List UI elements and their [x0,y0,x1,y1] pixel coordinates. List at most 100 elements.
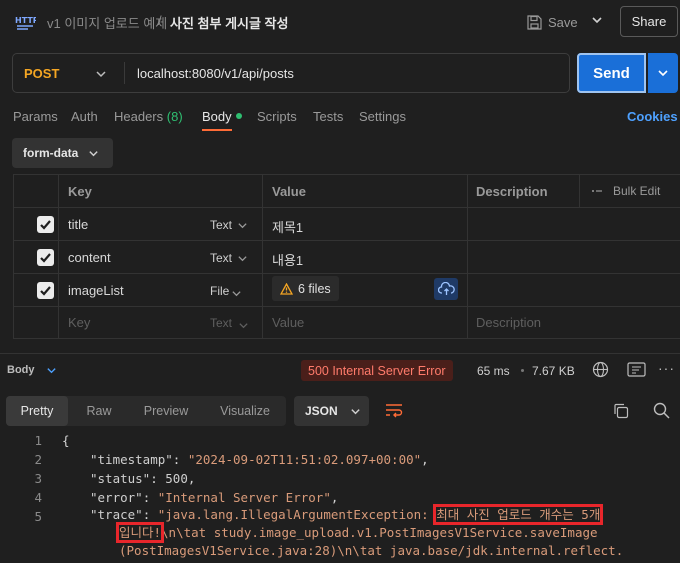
cookies-link[interactable]: Cookies [627,109,678,124]
divider [14,207,680,208]
json-number: 500 [165,471,188,486]
row-checkbox[interactable] [37,216,54,233]
svg-text:HTTP: HTTP [15,16,36,25]
line-number: 5 [34,509,42,524]
chevron-down-icon[interactable] [95,68,107,83]
line-number: 2 [34,452,42,467]
row-type-select[interactable]: File [210,284,229,298]
bulk-edit-label: Bulk Edit [613,184,661,198]
bulk-edit-icon [592,190,602,192]
chevron-down-icon[interactable] [237,219,248,234]
response-view-tabs: Pretty Raw Preview Visualize [6,396,286,426]
bulk-edit-button[interactable]: Bulk Edit [591,184,660,198]
save-label: Save [548,14,578,30]
row-checkbox[interactable] [37,249,54,266]
file-selector[interactable]: 6 files [272,276,339,301]
highlighted-error-message: 최대 사진 업로드 개수는 5개 [433,504,604,525]
row-value[interactable]: 제목1 [272,217,303,236]
url-input[interactable]: localhost:8080/v1/api/posts [137,66,294,81]
body-mode-label: form-data [23,146,79,160]
copy-icon[interactable] [613,403,629,422]
tab-scripts[interactable]: Scripts [257,109,297,124]
checkmark-icon [40,286,51,296]
row-key[interactable]: imageList [68,283,124,298]
chevron-down-icon[interactable] [238,319,249,334]
wrap-lines-icon[interactable] [385,403,403,422]
description-placeholder[interactable]: Description [476,315,541,330]
chevron-down-icon [89,150,99,156]
response-format-select[interactable]: JSON [294,396,369,426]
save-button[interactable]: Save [527,11,578,33]
save-response-icon[interactable] [627,362,646,380]
row-type-select[interactable]: Text [210,218,232,232]
tab-params[interactable]: Params [13,109,58,124]
tab-settings[interactable]: Settings [359,109,406,124]
json-string: "2024-09-02T11:51:02.097+00:00" [187,452,422,467]
tab-body[interactable]: Body [202,109,232,124]
breadcrumb-collection[interactable]: v1 이미지 업로드 예제 [47,13,167,32]
file-count: 6 files [298,281,331,296]
cloud-upload-button[interactable] [434,278,458,300]
column-header-value: Value [272,184,306,199]
row-key[interactable]: title [68,217,88,232]
search-icon[interactable] [653,402,670,422]
row-key[interactable]: content [68,250,111,265]
view-tab-preview[interactable]: Preview [130,396,202,426]
row-checkbox[interactable] [37,282,54,299]
http-request-icon: HTTP [14,11,39,33]
line-number: 4 [34,490,42,505]
globe-icon[interactable] [592,361,609,381]
json-key: "timestamp" [90,452,173,467]
method-select[interactable]: POST [24,66,59,81]
tab-headers[interactable]: Headers (8) [114,109,183,124]
form-data-table: Key Value Description Bulk Edit title Te… [13,174,680,339]
save-icon [527,14,542,30]
json-string: (PostImagesV1Service.java:28)\n\tat java… [119,543,624,558]
code-line-trace: "trace": "java.lang.IllegalArgumentExcep… [90,504,604,525]
view-tab-visualize[interactable]: Visualize [206,396,284,426]
highlighted-error-message: 입니다! [115,522,165,543]
response-size[interactable]: 7.67 KB [532,364,575,378]
code-line: "status": 500, [90,471,196,486]
column-header-key: Key [68,184,92,199]
value-placeholder[interactable]: Value [272,315,304,330]
chevron-down-icon[interactable] [237,252,248,267]
view-tab-pretty[interactable]: Pretty [6,396,68,426]
chevron-down-icon[interactable] [46,364,57,379]
view-tab-raw[interactable]: Raw [72,396,126,426]
key-placeholder[interactable]: Key [68,315,90,330]
row-value[interactable]: 내용1 [272,250,303,269]
divider [14,240,680,241]
more-options-icon[interactable]: ··· [658,360,675,376]
separator-dot [521,369,524,372]
breadcrumb-request-name[interactable]: 사진 첨부 게시글 작성 [170,13,288,32]
share-button[interactable]: Share [620,6,678,37]
divider [579,175,580,207]
response-time[interactable]: 65 ms [477,364,510,378]
chevron-down-icon [658,70,668,77]
json-key: "error" [90,490,143,505]
tab-auth[interactable]: Auth [71,109,98,124]
column-header-description: Description [476,184,548,199]
row-type-select[interactable]: Text [210,251,232,265]
send-button[interactable]: Send [577,53,646,93]
save-options-chevron-icon[interactable] [590,13,604,30]
checkmark-icon [40,253,51,263]
type-placeholder[interactable]: Text [210,316,232,330]
code-line: "timestamp": "2024-09-02T11:51:02.097+00… [90,452,429,467]
body-mode-select[interactable]: form-data [12,138,113,168]
response-section-label[interactable]: Body [7,364,35,376]
chevron-down-icon[interactable] [231,287,242,302]
response-format-label: JSON [305,404,338,418]
tab-tests[interactable]: Tests [313,109,343,124]
tab-headers-count: (8) [166,109,183,124]
divider [58,175,59,339]
body-active-dot [236,113,242,119]
code-line: "error": "Internal Server Error", [90,490,339,505]
line-number: 3 [34,471,42,486]
divider [124,62,125,84]
active-tab-underline [202,129,232,131]
status-badge[interactable]: 500 Internal Server Error [301,360,453,381]
send-options-button[interactable] [648,53,678,93]
json-key: "status" [90,471,151,486]
